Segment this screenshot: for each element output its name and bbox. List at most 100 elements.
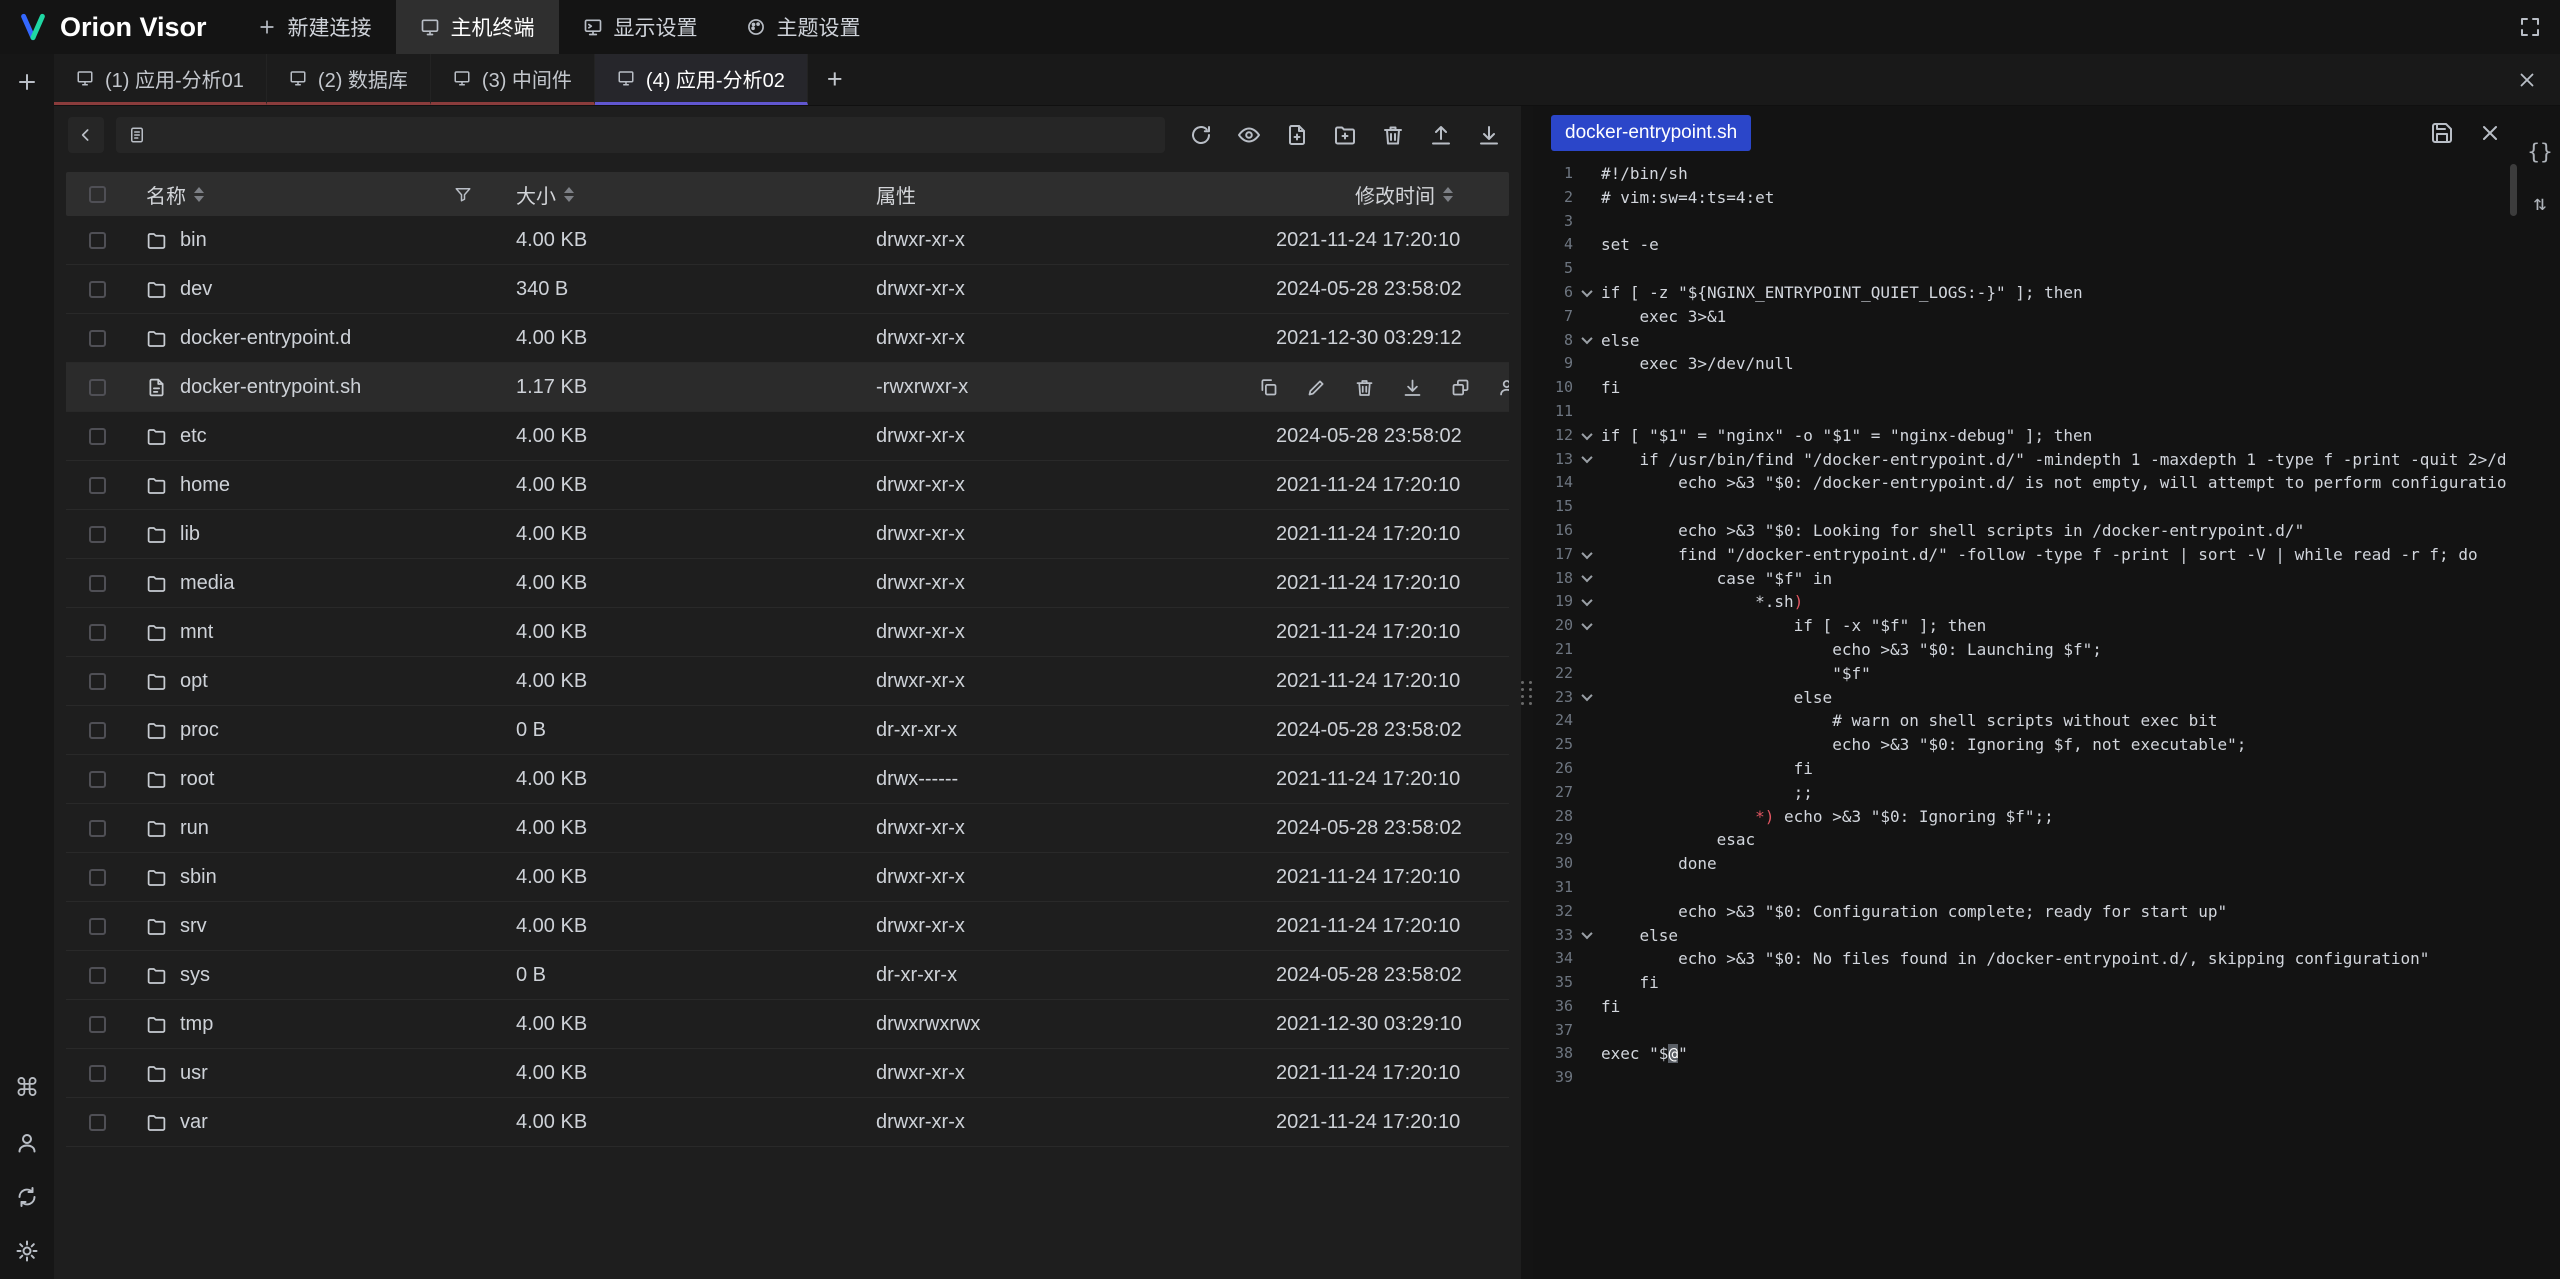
file-name[interactable]: media: [180, 572, 234, 595]
row-checkbox[interactable]: [89, 379, 106, 396]
file-name[interactable]: proc: [180, 719, 219, 742]
row-checkbox[interactable]: [89, 526, 106, 543]
sort-size-button[interactable]: [564, 187, 574, 202]
file-row[interactable]: lib4.00 KBdrwxr-xr-x2021-11-24 17:20:10: [66, 510, 1509, 559]
row-checkbox[interactable]: [89, 624, 106, 641]
file-name[interactable]: root: [180, 768, 214, 791]
new-folder-icon[interactable]: [1333, 123, 1357, 147]
row-checkbox[interactable]: [89, 673, 106, 690]
file-name[interactable]: sys: [180, 964, 210, 987]
file-row[interactable]: mnt4.00 KBdrwxr-xr-x2021-11-24 17:20:10: [66, 608, 1509, 657]
file-row[interactable]: sys0 Bdr-xr-xr-x2024-05-28 23:58:02: [66, 951, 1509, 1000]
select-all-checkbox[interactable]: [89, 186, 106, 203]
row-checkbox[interactable]: [89, 1114, 106, 1131]
gear-icon[interactable]: [15, 1239, 39, 1263]
row-checkbox[interactable]: [89, 869, 106, 886]
sort-name-button[interactable]: [194, 187, 204, 202]
save-icon[interactable]: [2430, 121, 2454, 145]
delete-icon[interactable]: [1354, 377, 1375, 398]
row-checkbox[interactable]: [89, 575, 106, 592]
row-checkbox[interactable]: [89, 330, 106, 347]
file-name[interactable]: home: [180, 474, 230, 497]
nav-item-theme-settings[interactable]: 主题设置: [722, 0, 885, 54]
file-row[interactable]: bin4.00 KBdrwxr-xr-x2021-11-24 17:20:10: [66, 216, 1509, 265]
close-editor-icon[interactable]: [2478, 121, 2502, 145]
file-name[interactable]: sbin: [180, 866, 217, 889]
refresh-icon[interactable]: [1189, 123, 1213, 147]
file-name[interactable]: var: [180, 1111, 208, 1134]
user-icon[interactable]: [15, 1131, 39, 1155]
fold-icon[interactable]: [1573, 924, 1601, 948]
file-name[interactable]: dev: [180, 278, 212, 301]
file-row[interactable]: usr4.00 KBdrwxr-xr-x2021-11-24 17:20:10: [66, 1049, 1509, 1098]
new-tab-icon[interactable]: [15, 70, 39, 94]
sort-mtime-button[interactable]: [1443, 187, 1453, 202]
sync-settings-icon[interactable]: [15, 1185, 39, 1209]
file-name[interactable]: srv: [180, 915, 207, 938]
close-icon[interactable]: [2516, 69, 2538, 91]
row-checkbox[interactable]: [89, 918, 106, 935]
nav-item-host-terminal[interactable]: 主机终端: [396, 0, 559, 54]
move-icon[interactable]: [1450, 377, 1471, 398]
file-name[interactable]: lib: [180, 523, 200, 546]
new-file-icon[interactable]: [1285, 123, 1309, 147]
row-checkbox[interactable]: [89, 722, 106, 739]
trash-icon[interactable]: [1381, 123, 1405, 147]
session-tab-3[interactable]: (3) 中间件: [431, 54, 595, 105]
braces-format-icon[interactable]: {}: [2527, 142, 2552, 163]
nav-item-new-connection[interactable]: 新建连接: [233, 0, 396, 54]
command-shortcut-icon[interactable]: ⌘: [15, 1076, 40, 1101]
panel-splitter[interactable]: [1521, 106, 1533, 1279]
fold-icon[interactable]: [1573, 448, 1601, 472]
file-name[interactable]: mnt: [180, 621, 213, 644]
file-row[interactable]: proc0 Bdr-xr-xr-x2024-05-28 23:58:02: [66, 706, 1509, 755]
file-name[interactable]: tmp: [180, 1013, 213, 1036]
file-name[interactable]: bin: [180, 229, 207, 252]
row-checkbox[interactable]: [89, 967, 106, 984]
session-tab-1[interactable]: (1) 应用-分析01: [54, 54, 267, 105]
fold-icon[interactable]: [1573, 281, 1601, 305]
fold-icon[interactable]: [1573, 543, 1601, 567]
row-checkbox[interactable]: [89, 232, 106, 249]
file-row[interactable]: home4.00 KBdrwxr-xr-x2021-11-24 17:20:10: [66, 461, 1509, 510]
upload-icon[interactable]: [1429, 123, 1453, 147]
updown-sort-icon[interactable]: ⇅: [2534, 193, 2547, 214]
row-checkbox[interactable]: [89, 281, 106, 298]
file-row[interactable]: docker-entrypoint.d4.00 KBdrwxr-xr-x2021…: [66, 314, 1509, 363]
file-row[interactable]: var4.00 KBdrwxr-xr-x2021-11-24 17:20:10: [66, 1098, 1509, 1147]
file-name[interactable]: docker-entrypoint.d: [180, 327, 351, 350]
row-checkbox[interactable]: [89, 1016, 106, 1033]
session-tab-2[interactable]: (2) 数据库: [267, 54, 431, 105]
file-name[interactable]: usr: [180, 1062, 208, 1085]
file-row[interactable]: opt4.00 KBdrwxr-xr-x2021-11-24 17:20:10: [66, 657, 1509, 706]
row-checkbox[interactable]: [89, 820, 106, 837]
session-tab-4[interactable]: (4) 应用-分析02: [595, 54, 808, 105]
preview-eye-icon[interactable]: [1237, 123, 1261, 147]
file-row[interactable]: docker-entrypoint.sh1.17 KB-rwxrwxr-x: [66, 363, 1509, 412]
fullscreen-icon[interactable]: [2518, 15, 2542, 39]
row-checkbox[interactable]: [89, 1065, 106, 1082]
file-row[interactable]: sbin4.00 KBdrwxr-xr-x2021-11-24 17:20:10: [66, 853, 1509, 902]
fold-icon[interactable]: [1573, 329, 1601, 353]
file-row[interactable]: dev340 Bdrwxr-xr-x2024-05-28 23:58:02: [66, 265, 1509, 314]
add-tab-button[interactable]: +: [808, 54, 862, 105]
file-row[interactable]: media4.00 KBdrwxr-xr-x2021-11-24 17:20:1…: [66, 559, 1509, 608]
brand[interactable]: Orion Visor: [0, 0, 233, 54]
editor-scrollbar-thumb[interactable]: [2510, 164, 2517, 216]
file-row[interactable]: root4.00 KBdrwx------2021-11-24 17:20:10: [66, 755, 1509, 804]
filter-icon[interactable]: [454, 185, 472, 203]
file-name[interactable]: run: [180, 817, 209, 840]
copy-icon[interactable]: [1258, 377, 1279, 398]
editor-file-tab[interactable]: docker-entrypoint.sh: [1551, 115, 1751, 151]
file-row[interactable]: etc4.00 KBdrwxr-xr-x2024-05-28 23:58:02: [66, 412, 1509, 461]
edit-icon[interactable]: [1306, 377, 1327, 398]
file-name[interactable]: opt: [180, 670, 208, 693]
download-icon[interactable]: [1477, 123, 1501, 147]
path-input[interactable]: [156, 124, 1153, 146]
row-checkbox[interactable]: [89, 428, 106, 445]
file-row[interactable]: run4.00 KBdrwxr-xr-x2024-05-28 23:58:02: [66, 804, 1509, 853]
file-name[interactable]: etc: [180, 425, 207, 448]
file-row[interactable]: tmp4.00 KBdrwxrwxrwx2021-12-30 03:29:10: [66, 1000, 1509, 1049]
row-checkbox[interactable]: [89, 477, 106, 494]
fold-icon[interactable]: [1573, 614, 1601, 638]
